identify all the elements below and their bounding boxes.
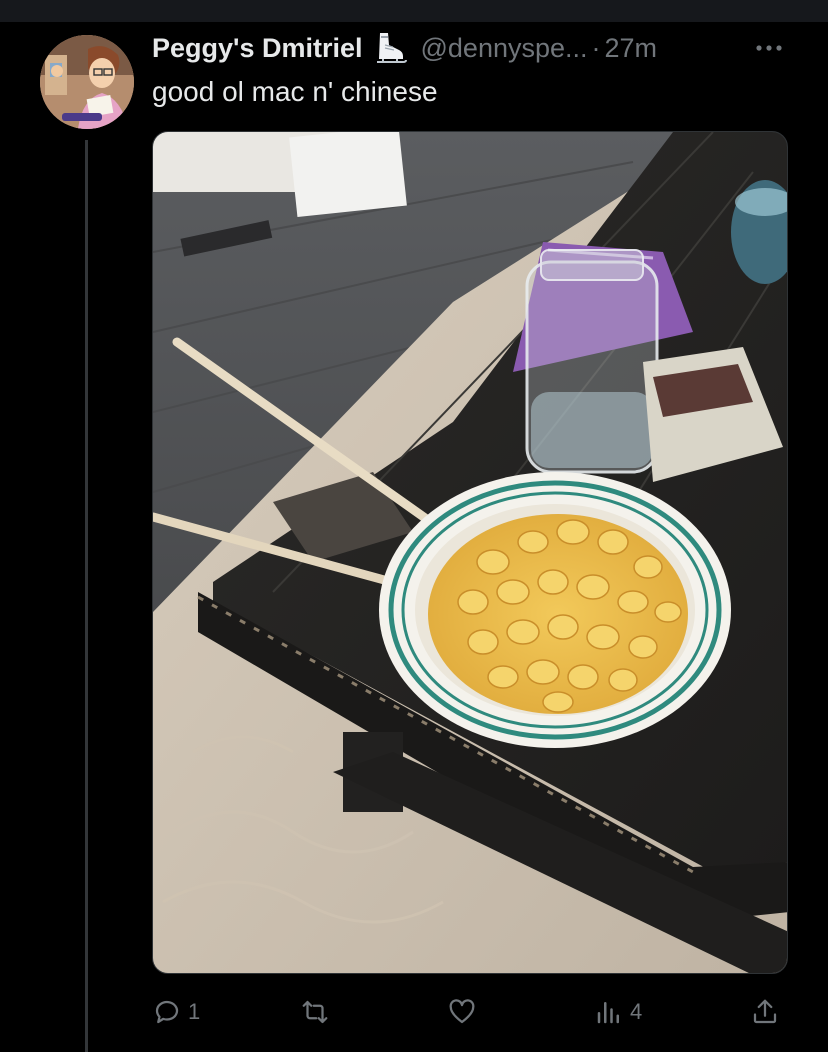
reply-button[interactable]: 1 (152, 990, 200, 1034)
tweet-header: Peggy's Dmitriel @dennyspe... · 27m (152, 28, 657, 68)
retweet-icon (302, 1000, 328, 1024)
views-icon (597, 1002, 619, 1024)
avatar[interactable] (40, 35, 134, 129)
avatar-image (40, 35, 134, 129)
views-count: 4 (630, 999, 643, 1024)
user-handle[interactable]: @dennyspe... (421, 33, 588, 64)
share-icon (753, 999, 777, 1024)
separator: · (591, 32, 601, 63)
ice-skate-icon (376, 33, 407, 63)
share-button[interactable] (750, 990, 780, 1034)
views-button[interactable]: 4 (594, 990, 642, 1034)
display-name[interactable]: Peggy's Dmitriel (152, 33, 363, 64)
tweet-text: good ol mac n' chinese (152, 76, 438, 107)
tweet-photo[interactable] (152, 131, 788, 974)
more-icon[interactable] (752, 38, 786, 58)
tweet-actions: 1 4 (152, 990, 788, 1034)
thread-line (85, 140, 88, 1052)
photo-image (153, 132, 787, 973)
heart-icon (449, 999, 475, 1024)
timestamp[interactable]: 27m (605, 33, 658, 64)
top-bar (0, 0, 828, 22)
reply-icon (155, 1000, 179, 1024)
reply-count: 1 (188, 999, 201, 1024)
like-button[interactable] (447, 990, 483, 1034)
retweet-button[interactable] (300, 990, 336, 1034)
